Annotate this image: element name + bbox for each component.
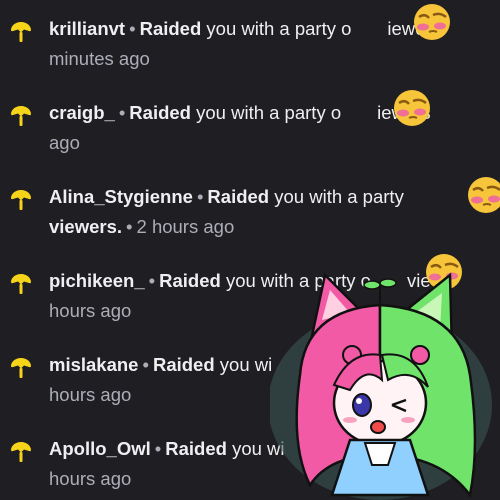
- event-description-continued: viewers.: [49, 216, 123, 237]
- event-timestamp: hours ago: [49, 384, 132, 405]
- raider-username[interactable]: Alina_Stygienne: [49, 186, 193, 207]
- event-action: Raided: [159, 270, 221, 291]
- event-action: Raided: [165, 438, 227, 459]
- event-description: you wi: [219, 354, 273, 375]
- raider-username[interactable]: Apollo_Owl: [49, 438, 151, 459]
- event-description: you with a party o: [206, 18, 352, 39]
- pink-green-cat-girl-sticker: [270, 272, 492, 500]
- event-action: Raided: [139, 18, 202, 39]
- raider-username[interactable]: mislakane: [49, 354, 138, 375]
- event-timestamp: 2 hours ago: [136, 216, 235, 237]
- event-timestamp: hours ago: [49, 300, 132, 321]
- event-description: you with a party o: [196, 102, 342, 123]
- flushed-face-emote: [394, 90, 430, 126]
- raid-icon: [11, 442, 31, 462]
- raid-icon: [11, 106, 31, 126]
- raid-icon: [11, 190, 31, 210]
- event-timestamp: minutes ago: [49, 48, 150, 69]
- separator-dot: •: [129, 18, 136, 39]
- event-action: Raided: [152, 354, 215, 375]
- raid-icon: [11, 274, 31, 294]
- event-timestamp: ago: [49, 132, 80, 153]
- event-timestamp: hours ago: [49, 468, 132, 489]
- separator-dot: •: [118, 102, 126, 123]
- separator-dot: •: [148, 270, 156, 291]
- raid-icon: [11, 22, 31, 42]
- separator-dot: •: [126, 216, 133, 237]
- separator-dot: •: [154, 438, 162, 459]
- raider-username[interactable]: krillianvt: [49, 18, 125, 39]
- raider-username[interactable]: pichikeen_: [49, 270, 145, 291]
- raid-icon: [11, 358, 31, 378]
- event-description: you with a party: [274, 186, 404, 207]
- separator-dot: •: [142, 354, 149, 375]
- raider-username[interactable]: craigb_: [49, 102, 115, 123]
- separator-dot: •: [196, 186, 204, 207]
- event-action: Raided: [207, 186, 270, 207]
- flushed-face-emote: [414, 4, 450, 40]
- event-action: Raided: [129, 102, 191, 123]
- feed-item-raid[interactable]: Alina_Stygienne • Raided you with a party …: [0, 168, 500, 252]
- flushed-face-emote: [468, 177, 500, 213]
- activity-feed: krillianvt • Raided you with a party o iewe…: [0, 0, 500, 500]
